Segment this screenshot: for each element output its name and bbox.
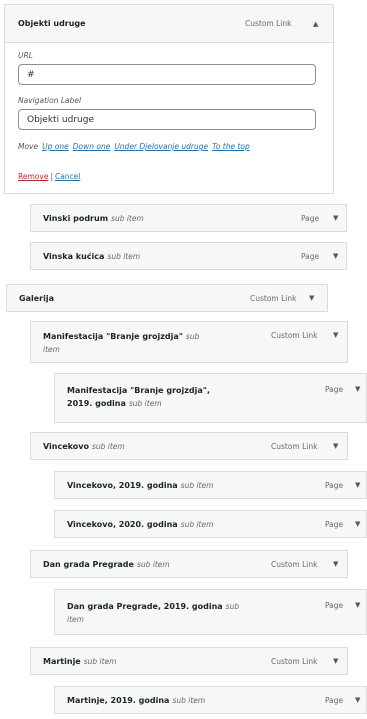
item-title-text: Dan grada Pregrade, 2019. godina: [67, 602, 223, 611]
menu-item[interactable]: Vincekovo, 2019. godina sub item Page ▼: [54, 471, 367, 499]
menu-item-title: Manifestacija "Branje grojzdja" sub item: [43, 322, 218, 370]
move-down-one-link[interactable]: Down one: [73, 142, 111, 151]
separator: |: [50, 172, 53, 181]
menu-item-objekti-udruge: Objekti udruge Custom Link ▲ URL Navigat…: [4, 4, 334, 194]
item-title-text: Vincekovo: [43, 441, 89, 451]
menu-item[interactable]: Vincekovo, 2020. godina sub item Page ▼: [54, 510, 367, 538]
sub-item-label: sub item: [180, 519, 214, 529]
expand-arrow-icon[interactable]: ▼: [333, 243, 338, 269]
menu-item-type: Page: [301, 213, 320, 223]
menu-item-title: Vincekovo sub item: [43, 433, 125, 459]
menu-item-type: Custom Link: [250, 293, 297, 303]
move-up-one-link[interactable]: Up one: [42, 142, 69, 151]
url-input[interactable]: [18, 64, 316, 85]
menu-item[interactable]: Galerija Custom Link ▼: [6, 284, 328, 312]
menu-item-title: Vincekovo, 2019. godina sub item: [67, 472, 213, 498]
menu-item-type: Custom Link: [271, 559, 318, 569]
menu-item-type: Custom Link: [245, 19, 292, 28]
menu-item-title: Dan grada Pregrade sub item: [43, 551, 170, 577]
menu-item[interactable]: Manifestacija "Branje grojzdja" sub item …: [30, 321, 348, 363]
menu-item-type: Custom Link: [271, 331, 318, 340]
sub-item-label: sub item: [172, 695, 206, 705]
collapse-arrow-icon[interactable]: ▲: [313, 5, 318, 42]
menu-item[interactable]: Vinski podrum sub item Page ▼: [30, 204, 347, 232]
sub-item-label: sub item: [111, 213, 144, 223]
menu-item-title: Dan grada Pregrade, 2019. godina sub item: [67, 590, 242, 644]
expand-arrow-icon[interactable]: ▼: [333, 551, 338, 577]
expand-arrow-icon[interactable]: ▼: [355, 374, 360, 433]
menu-item-type: Page: [325, 695, 344, 705]
item-title-text: Vincekovo, 2019. godina: [67, 480, 178, 490]
item-title-text: Dan grada Pregrade: [43, 559, 134, 569]
expand-arrow-icon[interactable]: ▼: [333, 433, 338, 459]
sub-item-label: sub item: [136, 559, 170, 569]
expand-arrow-icon[interactable]: ▼: [355, 472, 360, 498]
expand-arrow-icon[interactable]: ▼: [333, 205, 338, 231]
move-under-link[interactable]: Under Djelovanje udruge: [114, 142, 208, 151]
move-row: Move Up one Down one Under Djelovanje udrug…: [18, 142, 250, 151]
menu-item[interactable]: Dan grada Pregrade, 2019. godina sub item…: [54, 589, 367, 635]
menu-item[interactable]: Vincekovo sub item Custom Link ▼: [30, 432, 348, 460]
menu-item-type: Page: [325, 385, 344, 394]
menu-item-type: Page: [325, 519, 344, 529]
sub-item-label: sub item: [91, 441, 125, 451]
item-title-text: Vincekovo, 2020. godina: [67, 519, 178, 529]
menu-item-type: Page: [301, 251, 320, 261]
menu-item-title: Vinski podrum sub item: [43, 205, 144, 231]
item-actions: Remove | Cancel: [18, 172, 80, 181]
remove-link[interactable]: Remove: [18, 172, 48, 181]
menu-item-header[interactable]: Objekti udruge Custom Link ▲: [5, 5, 333, 43]
move-label: Move: [18, 142, 39, 151]
move-to-top-link[interactable]: To the top: [212, 142, 250, 151]
expand-arrow-icon[interactable]: ▼: [355, 687, 360, 713]
menu-item-type: Custom Link: [271, 656, 318, 666]
expand-arrow-icon[interactable]: ▼: [333, 648, 338, 674]
sub-item-label: sub item: [107, 251, 141, 261]
menu-item[interactable]: Dan grada Pregrade sub item Custom Link ▼: [30, 550, 348, 578]
item-title-text: Vinski podrum: [43, 213, 109, 223]
menu-item-title: Objekti udruge: [18, 19, 86, 28]
menu-item-type: Page: [325, 601, 344, 610]
item-title-text: Galerija: [19, 293, 54, 303]
menu-item[interactable]: Martinje sub item Custom Link ▼: [30, 647, 348, 675]
menu-item-title: Martinje sub item: [43, 648, 117, 674]
expand-arrow-icon[interactable]: ▼: [355, 511, 360, 537]
menu-item[interactable]: Vinska kućica sub item Page ▼: [30, 242, 347, 270]
item-title-text: Vinska kućica: [43, 251, 105, 261]
menu-item-title: Galerija: [19, 285, 54, 311]
menu-item-title: Vincekovo, 2020. godina sub item: [67, 511, 213, 537]
expand-arrow-icon[interactable]: ▼: [309, 285, 314, 311]
navigation-label-input[interactable]: [18, 109, 316, 130]
url-label: URL: [18, 51, 33, 60]
expand-arrow-icon[interactable]: ▼: [355, 590, 360, 645]
item-title-text: Manifestacija "Branje grojzdja": [43, 332, 183, 341]
menu-item-type: Custom Link: [271, 441, 318, 451]
sub-item-label: sub item: [180, 480, 214, 490]
menu-item-title: Martinje, 2019. godina sub item: [67, 687, 205, 713]
sub-item-label: sub item: [83, 656, 117, 666]
navigation-label-label: Navigation Label: [18, 96, 82, 105]
menu-item[interactable]: Manifestacija "Branje grojzdja", 2019. g…: [54, 373, 367, 423]
item-title-text: Martinje, 2019. godina: [67, 695, 170, 705]
sub-item-label: sub item: [128, 399, 162, 408]
expand-arrow-icon[interactable]: ▼: [333, 322, 338, 371]
menu-item[interactable]: Martinje, 2019. godina sub item Page ▼: [54, 686, 367, 714]
cancel-link[interactable]: Cancel: [55, 172, 80, 181]
menu-item-title: Vinska kućica sub item: [43, 243, 140, 269]
menu-item-type: Page: [325, 480, 344, 490]
item-title-text: Martinje: [43, 656, 81, 666]
menu-item-title: Manifestacija "Branje grojzdja", 2019. g…: [67, 374, 237, 432]
